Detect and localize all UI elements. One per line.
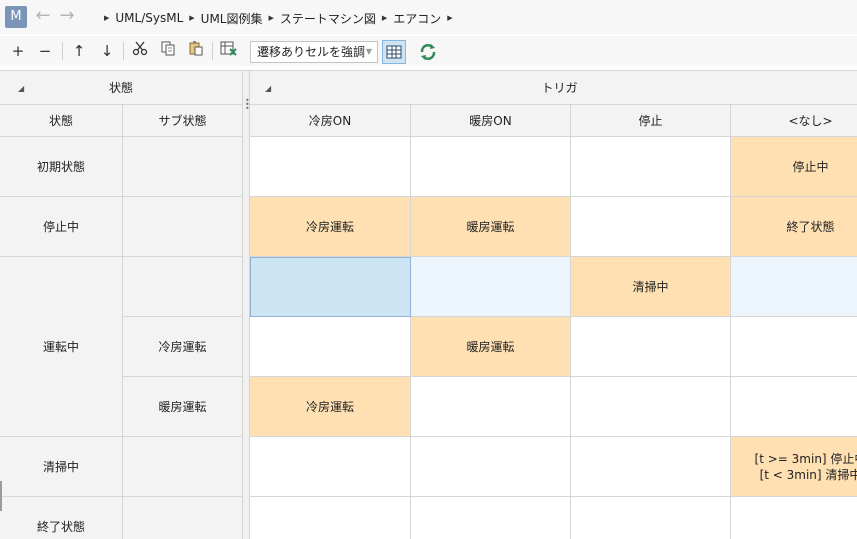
grid-cell[interactable] — [571, 317, 731, 377]
column-header-state[interactable]: 状態 — [0, 105, 123, 137]
column-header-trigger[interactable]: <なし> — [731, 105, 857, 137]
breadcrumb-item[interactable]: UML図例集 — [201, 10, 263, 27]
grid-cell-transition[interactable]: 停止中 — [731, 137, 857, 197]
breadcrumb-separator-icon: ▶ — [447, 14, 453, 22]
toolbar-divider — [212, 42, 213, 60]
grid-cell[interactable] — [411, 257, 571, 317]
group-header-label: 状態 — [108, 81, 133, 95]
grid-cell[interactable] — [411, 137, 571, 197]
breadcrumb-item[interactable]: UML/SysML — [115, 11, 183, 25]
grid-cell[interactable] — [571, 437, 731, 497]
highlight-mode-select[interactable]: 遷移ありセルを強調 ▼ — [250, 41, 378, 63]
grid-cell[interactable] — [571, 497, 731, 539]
grid-cell-transition[interactable]: 冷房運転 — [250, 377, 411, 437]
grid-cell-transition[interactable]: 清掃中 — [571, 257, 731, 317]
column-header-substate[interactable]: サブ状態 — [123, 105, 243, 137]
breadcrumb-separator-icon: ▶ — [268, 14, 274, 22]
row-header-substate[interactable] — [123, 137, 243, 197]
breadcrumb-separator-icon: ▶ — [189, 14, 195, 22]
grid-cell[interactable] — [571, 377, 731, 437]
row-header-substate[interactable] — [123, 437, 243, 497]
move-down-icon[interactable]: ↓ — [95, 39, 119, 63]
breadcrumb: ▶ UML/SysML ▶ UML図例集 ▶ ステートマシン図 ▶ エアコン ▶ — [104, 9, 459, 27]
highlight-mode-value: 遷移ありセルを強調 — [257, 45, 366, 59]
grid-cell[interactable] — [731, 497, 857, 539]
grid-cell[interactable] — [250, 497, 411, 539]
app-icon[interactable]: M — [5, 6, 27, 28]
group-header-states[interactable]: ◢ 状態 — [0, 71, 243, 105]
row-header-state[interactable]: 初期状態 — [0, 137, 123, 197]
toolbar-divider — [62, 42, 63, 60]
toolbar-divider — [123, 42, 124, 60]
row-header-state[interactable]: 停止中 — [0, 197, 123, 257]
row-header-substate[interactable] — [123, 257, 243, 317]
breadcrumb-bar: M ← → ▶ UML/SysML ▶ UML図例集 ▶ ステートマシン図 ▶ … — [0, 0, 857, 34]
remove-icon[interactable]: − — [33, 39, 57, 63]
group-header-label: トリガ — [541, 81, 578, 95]
back-arrow-icon[interactable]: ← — [32, 6, 54, 28]
row-header-state[interactable]: 運転中 — [0, 257, 123, 437]
guard-condition-line: [t < 3min] 清掃中 — [759, 467, 857, 482]
row-header-state[interactable]: 清掃中 — [0, 437, 123, 497]
group-header-triggers[interactable]: ◢ トリガ — [250, 71, 857, 105]
transition-table: ◢ 状態 ◢ トリガ 状態 サブ状態 冷房ON 暖房ON 停止 <なし> 初期状… — [0, 70, 857, 539]
grid-cell[interactable] — [250, 317, 411, 377]
row-header-state[interactable]: 終了状態 — [0, 497, 123, 539]
refresh-icon[interactable] — [416, 40, 440, 64]
grid-cell[interactable] — [250, 437, 411, 497]
grid-cell[interactable] — [731, 317, 857, 377]
grid-view-toggle[interactable] — [382, 40, 406, 64]
grid-cell-transition[interactable]: 暖房運転 — [411, 197, 571, 257]
grid-cell[interactable] — [571, 197, 731, 257]
guard-condition-line: [t >= 3min] 停止中 — [754, 451, 857, 466]
grid-cell[interactable] — [411, 437, 571, 497]
copy-icon[interactable] — [156, 39, 180, 63]
move-up-icon[interactable]: ↑ — [67, 39, 91, 63]
row-header-substate[interactable] — [123, 497, 243, 539]
cut-icon[interactable] — [128, 39, 152, 63]
table-icon — [386, 45, 402, 59]
column-header-trigger[interactable]: 冷房ON — [250, 105, 411, 137]
drag-handle-icon: • • • — [245, 96, 250, 113]
forward-arrow-icon[interactable]: → — [56, 6, 78, 28]
resize-handle[interactable] — [0, 481, 2, 511]
collapse-icon[interactable]: ◢ — [18, 84, 24, 93]
collapse-icon[interactable]: ◢ — [265, 84, 271, 93]
breadcrumb-item[interactable]: ステートマシン図 — [280, 10, 376, 27]
grid-cell-selected[interactable] — [250, 257, 411, 317]
column-header-trigger[interactable]: 暖房ON — [411, 105, 571, 137]
export-icon[interactable] — [217, 39, 241, 63]
grid-cell[interactable] — [731, 257, 857, 317]
grid-cell-transition[interactable]: 冷房運転 — [250, 197, 411, 257]
grid-cell-transition[interactable]: 終了状態 — [731, 197, 857, 257]
grid-cell[interactable] — [411, 497, 571, 539]
row-header-substate[interactable] — [123, 197, 243, 257]
grid-cell[interactable] — [250, 137, 411, 197]
add-icon[interactable]: + — [6, 39, 30, 63]
paste-icon[interactable] — [184, 39, 208, 63]
grid-cell-transition[interactable]: [t >= 3min] 停止中 [t < 3min] 清掃中 — [731, 437, 857, 497]
breadcrumb-separator-icon: ▶ — [381, 14, 388, 22]
breadcrumb-separator-icon: ▶ — [104, 14, 110, 22]
grid-cell[interactable] — [411, 377, 571, 437]
grid-cell[interactable] — [731, 377, 857, 437]
grid-cell-transition[interactable]: 暖房運転 — [411, 317, 571, 377]
chevron-down-icon: ▼ — [365, 47, 372, 56]
grid-cell[interactable] — [571, 137, 731, 197]
column-header-trigger[interactable]: 停止 — [571, 105, 731, 137]
row-header-substate[interactable]: 冷房運転 — [123, 317, 243, 377]
row-header-substate[interactable]: 暖房運転 — [123, 377, 243, 437]
breadcrumb-item[interactable]: エアコン — [393, 10, 441, 27]
column-splitter[interactable]: • • • — [242, 71, 250, 539]
